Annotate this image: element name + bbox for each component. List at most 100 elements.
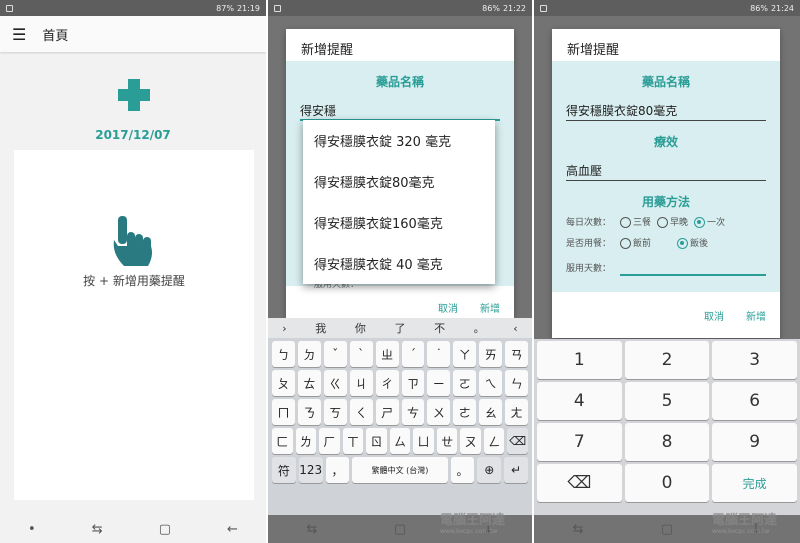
zhuyin-key[interactable]: ˋ xyxy=(349,341,373,367)
period-key[interactable]: 。 xyxy=(450,457,475,483)
done-key[interactable]: 完成 xyxy=(712,464,798,502)
zhuyin-key[interactable]: ㄔ xyxy=(375,370,399,396)
zhuyin-key[interactable]: ㄡ xyxy=(460,428,481,454)
zhuyin-key[interactable]: ㄌ xyxy=(295,428,317,454)
zhuyin-key[interactable]: ㄠ xyxy=(479,399,503,425)
zhuyin-key[interactable]: ㄈ xyxy=(272,428,293,454)
suggestion-item[interactable]: 得安穩膜衣錠 320 毫克 xyxy=(303,120,495,161)
suggest-word[interactable]: 了 xyxy=(394,320,405,336)
space-key[interactable]: 繁體中文 (台灣) xyxy=(352,457,448,483)
numpad-row: 456 xyxy=(537,382,798,420)
zhuyin-key[interactable]: ㄉ xyxy=(297,341,321,367)
back-icon[interactable]: ← xyxy=(227,522,238,537)
zhuyin-key[interactable]: ㄝ xyxy=(436,428,458,454)
digit-key[interactable]: 1 xyxy=(537,341,622,379)
add-button[interactable]: 新增 xyxy=(480,300,500,315)
comma-key[interactable]: ， xyxy=(325,457,350,483)
zhuyin-key[interactable]: ㄓ xyxy=(375,341,399,367)
suggestion-item[interactable]: 得安穩膜衣錠160毫克 xyxy=(303,202,495,243)
zhuyin-key[interactable]: ㄜ xyxy=(453,399,477,425)
zhuyin-key[interactable]: ˊ xyxy=(401,341,425,367)
dot-icon[interactable]: • xyxy=(28,522,36,537)
enter-key[interactable]: ↵ xyxy=(504,457,528,483)
zhuyin-key[interactable]: ㄕ xyxy=(375,399,399,425)
zhuyin-key[interactable]: ˇ xyxy=(323,341,347,367)
radio-before-meal[interactable]: 飯前 xyxy=(620,236,651,249)
zhuyin-key[interactable]: ㄑ xyxy=(349,399,373,425)
zhuyin-key[interactable]: ㄢ xyxy=(505,341,529,367)
zhuyin-key[interactable]: ㄧ xyxy=(427,370,451,396)
zhuyin-key[interactable]: ㄒ xyxy=(342,428,364,454)
zhuyin-key[interactable]: ㄛ xyxy=(453,370,477,396)
zhuyin-key[interactable]: ˙ xyxy=(427,341,451,367)
home-icon[interactable]: ▢ xyxy=(394,522,406,537)
backspace-icon[interactable]: ⌫ xyxy=(507,428,529,454)
radio-three-meals[interactable]: 三餐 xyxy=(620,215,651,228)
zhuyin-key[interactable]: ㄣ xyxy=(505,370,529,396)
zhuyin-key[interactable]: ㄅ xyxy=(272,341,295,367)
cancel-button[interactable]: 取消 xyxy=(704,308,724,323)
zhuyin-key[interactable]: ㄋ xyxy=(297,399,321,425)
suggest-prev[interactable]: › xyxy=(282,322,286,335)
nav-bar: • ⇆ ▢ ← xyxy=(0,515,266,543)
home-icon[interactable]: ▢ xyxy=(159,522,171,537)
digit-key[interactable]: 6 xyxy=(712,382,798,420)
zhuyin-key[interactable]: ㄥ xyxy=(483,428,505,454)
radio-after-meal[interactable]: 飯後 xyxy=(677,236,708,249)
days-label: 服用天數： xyxy=(566,264,612,274)
number-key[interactable]: 123 xyxy=(298,457,323,483)
radio-once[interactable]: 一次 xyxy=(694,215,725,228)
zhuyin-key[interactable]: ㄞ xyxy=(479,341,503,367)
zhuyin-key[interactable]: ㄩ xyxy=(413,428,434,454)
hamburger-icon[interactable]: ☰ xyxy=(12,25,26,44)
recent-apps-icon[interactable]: ⇆ xyxy=(92,522,103,537)
zhuyin-key[interactable]: ㄏ xyxy=(319,428,340,454)
suggest-next[interactable]: ‹ xyxy=(513,322,517,335)
zhuyin-key[interactable]: ㄍ xyxy=(323,370,347,396)
zhuyin-key[interactable]: ㄙ xyxy=(389,428,411,454)
zhuyin-key[interactable]: ㄤ xyxy=(505,399,529,425)
effect-input[interactable]: 高血壓 xyxy=(566,159,766,181)
clock: 21:19 xyxy=(236,3,260,13)
zhuyin-key[interactable]: ㄆ xyxy=(272,370,295,396)
suggest-word[interactable]: 。 xyxy=(474,320,485,336)
recent-apps-icon[interactable]: ⇆ xyxy=(573,522,584,537)
drug-name-input[interactable]: 得安穩膜衣錠80毫克 xyxy=(566,99,766,121)
zhuyin-key[interactable]: ㄇ xyxy=(272,399,295,425)
zhuyin-key[interactable]: ㄨ xyxy=(427,399,451,425)
suggest-word[interactable]: 我 xyxy=(315,320,326,336)
watermark: 電腦王阿達 www.kocpc.com.tw xyxy=(712,513,778,535)
backspace-icon[interactable]: ⌫ xyxy=(537,464,622,502)
zhuyin-key[interactable]: ㄗ xyxy=(401,370,425,396)
radio-morning-evening[interactable]: 早晚 xyxy=(657,215,688,228)
digit-key[interactable]: 3 xyxy=(712,341,798,379)
digit-key[interactable]: 4 xyxy=(537,382,622,420)
suggestion-item[interactable]: 得安穩膜衣錠 40 毫克 xyxy=(303,243,495,284)
cancel-button[interactable]: 取消 xyxy=(438,300,458,315)
zhuyin-key[interactable]: ㄊ xyxy=(297,370,321,396)
zhuyin-key[interactable]: ㄚ xyxy=(453,341,477,367)
zhuyin-key[interactable]: ㄘ xyxy=(401,399,425,425)
digit-key[interactable]: 0 xyxy=(624,464,710,502)
digit-key[interactable]: 9 xyxy=(712,423,798,461)
zhuyin-key[interactable]: ㄎ xyxy=(323,399,347,425)
suggest-word[interactable]: 不 xyxy=(434,320,445,336)
drug-name-input[interactable]: 得安穩 xyxy=(300,99,500,121)
zhuyin-key[interactable]: ㄐ xyxy=(349,370,373,396)
zhuyin-key[interactable]: ㄟ xyxy=(479,370,503,396)
globe-icon[interactable]: ⊕ xyxy=(477,457,502,483)
add-reminder-plus-icon[interactable] xyxy=(118,79,150,111)
suggestion-item[interactable]: 得安穩膜衣錠80毫克 xyxy=(303,161,495,202)
zhuyin-key[interactable]: ㄖ xyxy=(366,428,387,454)
symbol-key[interactable]: 符 xyxy=(272,457,296,483)
keyboard-row: ㄅㄉ ˇ ˋ ㄓ ˊ ˙ ㄚㄞㄢ xyxy=(268,338,532,367)
digit-key[interactable]: 8 xyxy=(624,423,710,461)
digit-key[interactable]: 2 xyxy=(624,341,710,379)
home-icon[interactable]: ▢ xyxy=(661,522,673,537)
digit-key[interactable]: 7 xyxy=(537,423,622,461)
add-button[interactable]: 新增 xyxy=(746,308,766,323)
recent-apps-icon[interactable]: ⇆ xyxy=(306,522,317,537)
digit-key[interactable]: 5 xyxy=(624,382,710,420)
days-input[interactable] xyxy=(620,260,766,276)
suggest-word[interactable]: 你 xyxy=(355,320,366,336)
